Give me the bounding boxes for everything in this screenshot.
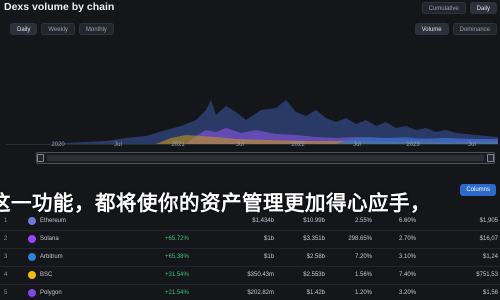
chain-name[interactable]: Arbitrum bbox=[40, 254, 63, 260]
table-row[interactable]: 4 BSC +31.54% $350.43m $2.553b 1.56% 7.4… bbox=[0, 266, 500, 284]
table-row[interactable]: 1 Ethereum $1.434b $10.99b 2.55% 6.60% $… bbox=[0, 212, 500, 230]
cell-value: $2.58b bbox=[306, 254, 325, 260]
cell-value: 3.10% bbox=[398, 254, 416, 260]
x-tick: 2022 bbox=[291, 142, 305, 148]
change-value: +65.72% bbox=[165, 236, 189, 242]
x-tick: Jul bbox=[353, 142, 361, 148]
tab-daily-top[interactable]: Daily bbox=[469, 2, 497, 14]
chain-logo-icon bbox=[28, 289, 36, 297]
cell-value: $350.43m bbox=[247, 272, 274, 278]
x-axis: 2020 Jul 2021 Jul 2022 Jul 2023 Jul bbox=[0, 142, 500, 152]
chart-range-scroller[interactable] bbox=[36, 152, 495, 164]
row-rank: 4 bbox=[4, 272, 8, 278]
x-tick: 2020 bbox=[51, 142, 65, 148]
chain-logo-icon bbox=[28, 235, 36, 243]
row-rank: 2 bbox=[4, 236, 8, 242]
cell-value: $1b bbox=[263, 236, 274, 242]
range-thumb[interactable] bbox=[47, 155, 484, 161]
cell-value: 6.60% bbox=[398, 218, 416, 224]
row-rank: 5 bbox=[4, 290, 8, 296]
cell-value: 298.65% bbox=[348, 236, 372, 242]
cell-value: $1,56 bbox=[482, 290, 498, 296]
change-value: +21.54% bbox=[165, 290, 189, 296]
row-rank: 1 bbox=[4, 218, 8, 224]
x-tick: 2021 bbox=[171, 142, 185, 148]
row-rank: 3 bbox=[4, 254, 8, 260]
cell-value: $3.351b bbox=[303, 236, 325, 242]
x-tick: Jul bbox=[114, 142, 122, 148]
cell-value: $751,53 bbox=[476, 272, 498, 278]
x-tick: Jul bbox=[468, 142, 476, 148]
chain-name[interactable]: Ethereum bbox=[40, 218, 66, 224]
table-row[interactable]: 3 Arbitrum +65.38% $1b $2.58b 7.20% 3.10… bbox=[0, 248, 500, 266]
cumulative-daily-toggle: Cumulative Daily bbox=[421, 2, 497, 14]
period-tabs: Daily Weekly Monthly bbox=[10, 23, 114, 35]
range-handle-left[interactable] bbox=[37, 154, 44, 162]
cell-value: 1.20% bbox=[354, 290, 372, 296]
cell-value: $1.42b bbox=[306, 290, 325, 296]
cell-value: $1.434b bbox=[252, 218, 274, 224]
tab-weekly[interactable]: Weekly bbox=[41, 23, 75, 35]
cell-value: $1b bbox=[263, 254, 274, 260]
tab-dominance[interactable]: Dominance bbox=[452, 23, 497, 35]
cell-value: $1,905 bbox=[479, 218, 498, 224]
cell-value: 1.56% bbox=[354, 272, 372, 278]
volume-area-chart bbox=[6, 40, 498, 145]
cell-value: $16,07 bbox=[479, 236, 498, 242]
view-tabs: Volume Dominance bbox=[414, 23, 497, 35]
chain-logo-icon bbox=[28, 271, 36, 279]
table-row[interactable]: 5 Polygon +21.54% $202.82m $1.42b 1.20% … bbox=[0, 284, 500, 300]
chain-name[interactable]: BSC bbox=[40, 272, 52, 278]
range-handle-right[interactable] bbox=[487, 154, 494, 162]
cell-value: $2.553b bbox=[303, 272, 325, 278]
cell-value: 3.20% bbox=[398, 290, 416, 296]
change-value: +31.54% bbox=[165, 272, 189, 278]
tab-daily[interactable]: Daily bbox=[10, 23, 38, 35]
cell-value: 2.70% bbox=[398, 236, 416, 242]
chain-logo-icon bbox=[28, 253, 36, 261]
cell-value: 7.40% bbox=[398, 272, 416, 278]
cell-value: 2.55% bbox=[354, 218, 372, 224]
x-tick: 2023 bbox=[406, 142, 420, 148]
cell-value: 7.20% bbox=[354, 254, 372, 260]
tab-cumulative[interactable]: Cumulative bbox=[421, 2, 466, 14]
cell-value: $202.82m bbox=[247, 290, 274, 296]
tab-volume[interactable]: Volume bbox=[414, 23, 449, 35]
tab-monthly[interactable]: Monthly bbox=[78, 23, 114, 35]
columns-button[interactable]: Columns bbox=[460, 184, 496, 196]
x-tick: Jul bbox=[236, 142, 244, 148]
chain-logo-icon bbox=[28, 217, 36, 225]
table-row[interactable]: 2 Solana +65.72% $1b $3.351b 298.65% 2.7… bbox=[0, 230, 500, 248]
chart-title: Dexs volume by chain bbox=[4, 1, 115, 13]
chain-name[interactable]: Polygon bbox=[40, 290, 62, 296]
cell-value: $1,24 bbox=[482, 254, 498, 260]
cell-value: $10.99b bbox=[303, 218, 325, 224]
change-value: +65.38% bbox=[165, 254, 189, 260]
chain-name[interactable]: Solana bbox=[40, 236, 59, 242]
